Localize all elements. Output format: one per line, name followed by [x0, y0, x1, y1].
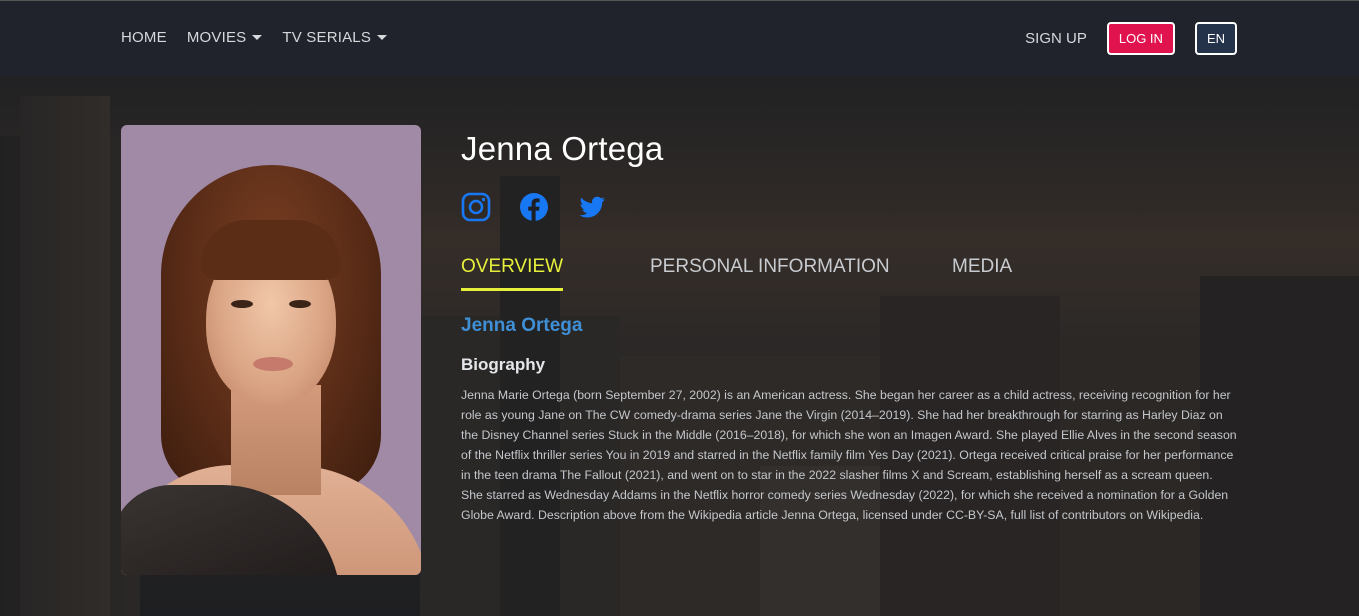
instagram-icon[interactable]	[461, 192, 491, 222]
facebook-icon[interactable]	[519, 192, 549, 222]
biography-text: Jenna Marie Ortega (born September 27, 2…	[461, 388, 1237, 522]
caret-down-icon	[252, 35, 263, 40]
tab-media[interactable]: MEDIA	[952, 256, 1012, 288]
nav-movies-dropdown[interactable]: MOVIES	[187, 29, 263, 46]
twitter-icon[interactable]	[577, 192, 607, 222]
nav-home-link[interactable]: HOME	[121, 29, 167, 46]
profile-photo	[121, 125, 421, 575]
biography-heading: Biography	[461, 355, 546, 374]
caret-down-icon	[377, 35, 388, 40]
nav-movies-label: MOVIES	[186, 29, 247, 46]
language-button[interactable]: EN	[1194, 22, 1237, 55]
profile-tabs: OVERVIEW PERSONAL INFORMATION MEDIA	[461, 256, 1241, 296]
tab-personal-information[interactable]: PERSONAL INFORMATION	[650, 256, 890, 288]
person-name: Jenna Ortega	[461, 130, 664, 167]
nav-tv-serials-label: TV SERIALS	[282, 29, 372, 46]
nav-home-label: HOME	[121, 29, 167, 46]
sign-up-link[interactable]: SIGN UP	[1025, 30, 1087, 47]
nav-tv-serials-dropdown[interactable]: TV SERIALS	[282, 29, 388, 46]
log-in-button[interactable]: LOG IN	[1106, 22, 1175, 55]
overview-title: Jenna Ortega	[461, 315, 583, 336]
top-navbar: HOME MOVIES TV SERIALS SIGN UP LOG IN EN	[0, 0, 1359, 75]
tab-overview[interactable]: OVERVIEW	[461, 256, 564, 291]
main-nav: HOME MOVIES TV SERIALS	[121, 29, 388, 46]
account-nav: SIGN UP LOG IN EN	[1025, 22, 1237, 55]
person-details: Jenna Ortega OVERVIEW PERSONAL INFORMATI…	[461, 125, 1241, 522]
social-links	[461, 192, 1241, 222]
